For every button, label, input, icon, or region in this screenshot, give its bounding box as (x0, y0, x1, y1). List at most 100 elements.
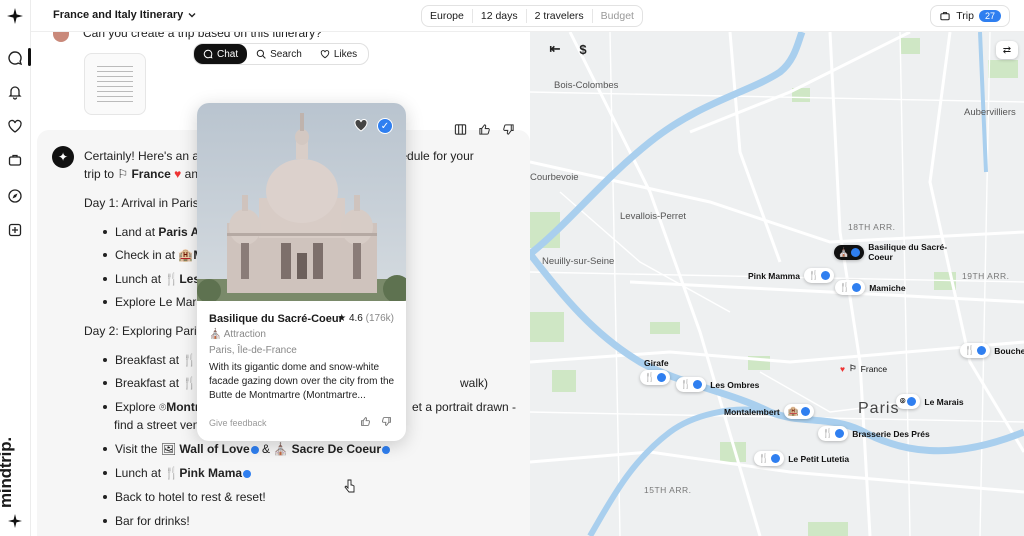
dollar-toggle[interactable]: $ (574, 40, 592, 58)
map-pin-montalembert[interactable]: Montalembert 🏨 (724, 404, 814, 419)
tab-chat-label: Chat (217, 48, 239, 60)
thumbs-down-icon[interactable] (499, 120, 517, 138)
day1-heading: Day 1: Arrival in Paris (84, 196, 199, 210)
verified-check-icon: ✓ (377, 118, 393, 134)
place-location: Paris, Île-de-France (209, 345, 297, 356)
map-pin-pink-mamma[interactable]: Pink Mamma 🍴 (748, 268, 835, 283)
bell-icon[interactable] (5, 82, 25, 102)
pin-label: Basilique du Sacré-Coeur (868, 242, 948, 262)
collapse-map-icon[interactable]: ⇤ (546, 40, 564, 58)
attachment-thumbnail[interactable] (84, 53, 146, 115)
tab-likes-label: Likes (333, 48, 358, 60)
list-item: Breakfast at 🍴Br (103, 353, 211, 367)
pin-chip: 🍴 (835, 280, 866, 295)
pin-chip: 🍴 (754, 451, 785, 466)
map-pin-girafe[interactable]: Girafe 🍴 (640, 358, 671, 385)
map-pin-mamiche[interactable]: 🍴 Mamiche (835, 280, 906, 295)
map-pin-sacre-coeur[interactable]: ⛪ Basilique du Sacré-Coeur (834, 242, 950, 262)
pink-mama-link[interactable]: Pink Mama (179, 466, 242, 480)
message-actions (451, 120, 517, 138)
tab-search-label: Search (270, 48, 302, 60)
map-pin-le-petit-lutetia[interactable]: 🍴 Le Petit Lutetia (754, 451, 849, 466)
duration-pill[interactable]: 12 days (473, 9, 527, 23)
left-rail: mindtrip. (0, 0, 31, 536)
like-heart-icon[interactable] (352, 117, 370, 133)
map-pin-les-ombres[interactable]: 🍴 Les Ombres (676, 377, 759, 392)
trip-button-label: Trip (956, 10, 974, 22)
search-icon (256, 49, 266, 59)
map-pin-le-marais[interactable]: ⌾ Le Marais (896, 394, 964, 409)
pin-chip: ⌾ (896, 394, 921, 409)
compass-icon[interactable] (5, 186, 25, 206)
pin-label: Le Petit Lutetia (788, 453, 850, 464)
pin-label: Bouche (994, 345, 1024, 356)
chat-icon[interactable] (5, 48, 25, 68)
pin-chip: ⛪ (834, 244, 865, 260)
wall-of-love-link[interactable]: Wall of Love (179, 442, 249, 456)
arrondissement-label: 18TH ARR. (848, 222, 896, 232)
thumbs-up-icon[interactable] (475, 120, 493, 138)
intro-text-d: an (184, 167, 198, 181)
pin-chip: 🍴 (960, 343, 991, 358)
pin-label: Mamiche (869, 282, 906, 293)
map-pin-brasserie-des-pres[interactable]: 🍴 Brasserie Des Prés (818, 426, 930, 441)
top-bar: France and Italy Itinerary Europe 12 day… (31, 0, 1024, 32)
pin-label: Le Marais (924, 396, 964, 407)
place-photo[interactable] (197, 103, 406, 301)
itinerary-title-dropdown[interactable]: France and Italy Itinerary (53, 9, 197, 21)
brand-logo[interactable]: mindtrip. (0, 410, 31, 530)
plus-square-icon[interactable] (5, 220, 25, 240)
verified-icon (243, 469, 252, 478)
trip-button[interactable]: Trip 27 (930, 5, 1010, 27)
image-icon: 🖼 (160, 442, 177, 456)
map-place-label: Neuilly-sur-Seine (542, 256, 615, 267)
feedback-actions (360, 416, 392, 430)
map-place-label: Aubervilliers (964, 107, 1016, 118)
place-name[interactable]: Basilique du Sacré-Coeur (209, 313, 343, 325)
map-pin-bouche[interactable]: 🍴 Bouche (960, 343, 1024, 358)
itinerary-title: France and Italy Itinerary (53, 9, 184, 21)
list-item: Explore Le Marais (103, 295, 212, 309)
pin-chip: 🏨 (783, 404, 814, 419)
tab-chat[interactable]: Chat (194, 44, 248, 64)
verified-icon (250, 445, 259, 454)
brand-wordmark: mindtrip. (0, 437, 15, 508)
filter-settings-icon[interactable]: ⇄ (996, 41, 1018, 59)
heart-emoji-icon: ♥ (174, 167, 182, 181)
list-item: Check in at 🏨Mo (103, 248, 211, 262)
budget-pill[interactable]: Budget (593, 9, 642, 23)
sparkle-icon[interactable] (5, 6, 25, 26)
arrondissement-label: 19TH ARR. (962, 271, 1010, 281)
reply-intro-line-2: trip to ⚐ France ♥ an (84, 167, 198, 181)
thumbs-up-icon[interactable] (360, 416, 371, 430)
chat-icon (203, 49, 213, 59)
assistant-sparkle-icon: ✦ (52, 146, 74, 168)
fork-knife-icon: 🍴 (164, 466, 180, 480)
chat-tabs: Chat Search Likes (193, 43, 369, 65)
brand-sparkle-icon (8, 514, 22, 528)
sacre-coeur-link[interactable]: Sacre De Coeur (292, 442, 381, 456)
verified-icon (382, 445, 390, 454)
map-view-icon[interactable] (451, 120, 469, 138)
list-item: Lunch at 🍴Pink Mama (103, 466, 252, 480)
place-card-popup[interactable]: ✓ Basilique du Sacré-Coeur ★ 4.6 (176k) … (197, 103, 406, 441)
category-label: Attraction (223, 329, 266, 340)
pin-label: Les Ombres (710, 379, 760, 390)
heart-icon (320, 50, 330, 59)
travelers-pill[interactable]: 2 travelers (527, 9, 593, 23)
app-root: mindtrip. France and Italy Itinerary Eur… (0, 0, 1024, 536)
list-item: Explore ⌾Montm et a portrait drawn - (103, 400, 516, 415)
mouse-cursor-icon (344, 479, 356, 496)
heart-icon[interactable] (5, 116, 25, 136)
tab-likes[interactable]: Likes (311, 44, 366, 64)
france-link[interactable]: France (131, 167, 170, 181)
suitcase-icon[interactable] (5, 150, 25, 170)
map-panel[interactable]: ⇤ $ ⇄ Bois-Colombes Courbevoie Levallois… (530, 32, 1024, 536)
list-item-wrap: find a street vend (114, 418, 207, 432)
thumbs-down-icon[interactable] (381, 416, 392, 430)
map-pin-france[interactable]: ♥ ⚐ France (840, 363, 887, 374)
tab-search[interactable]: Search (247, 44, 311, 64)
destination-pill[interactable]: Europe (422, 9, 473, 23)
flag-icon: ⚐ (117, 167, 129, 181)
review-count: (176k) (365, 313, 394, 324)
